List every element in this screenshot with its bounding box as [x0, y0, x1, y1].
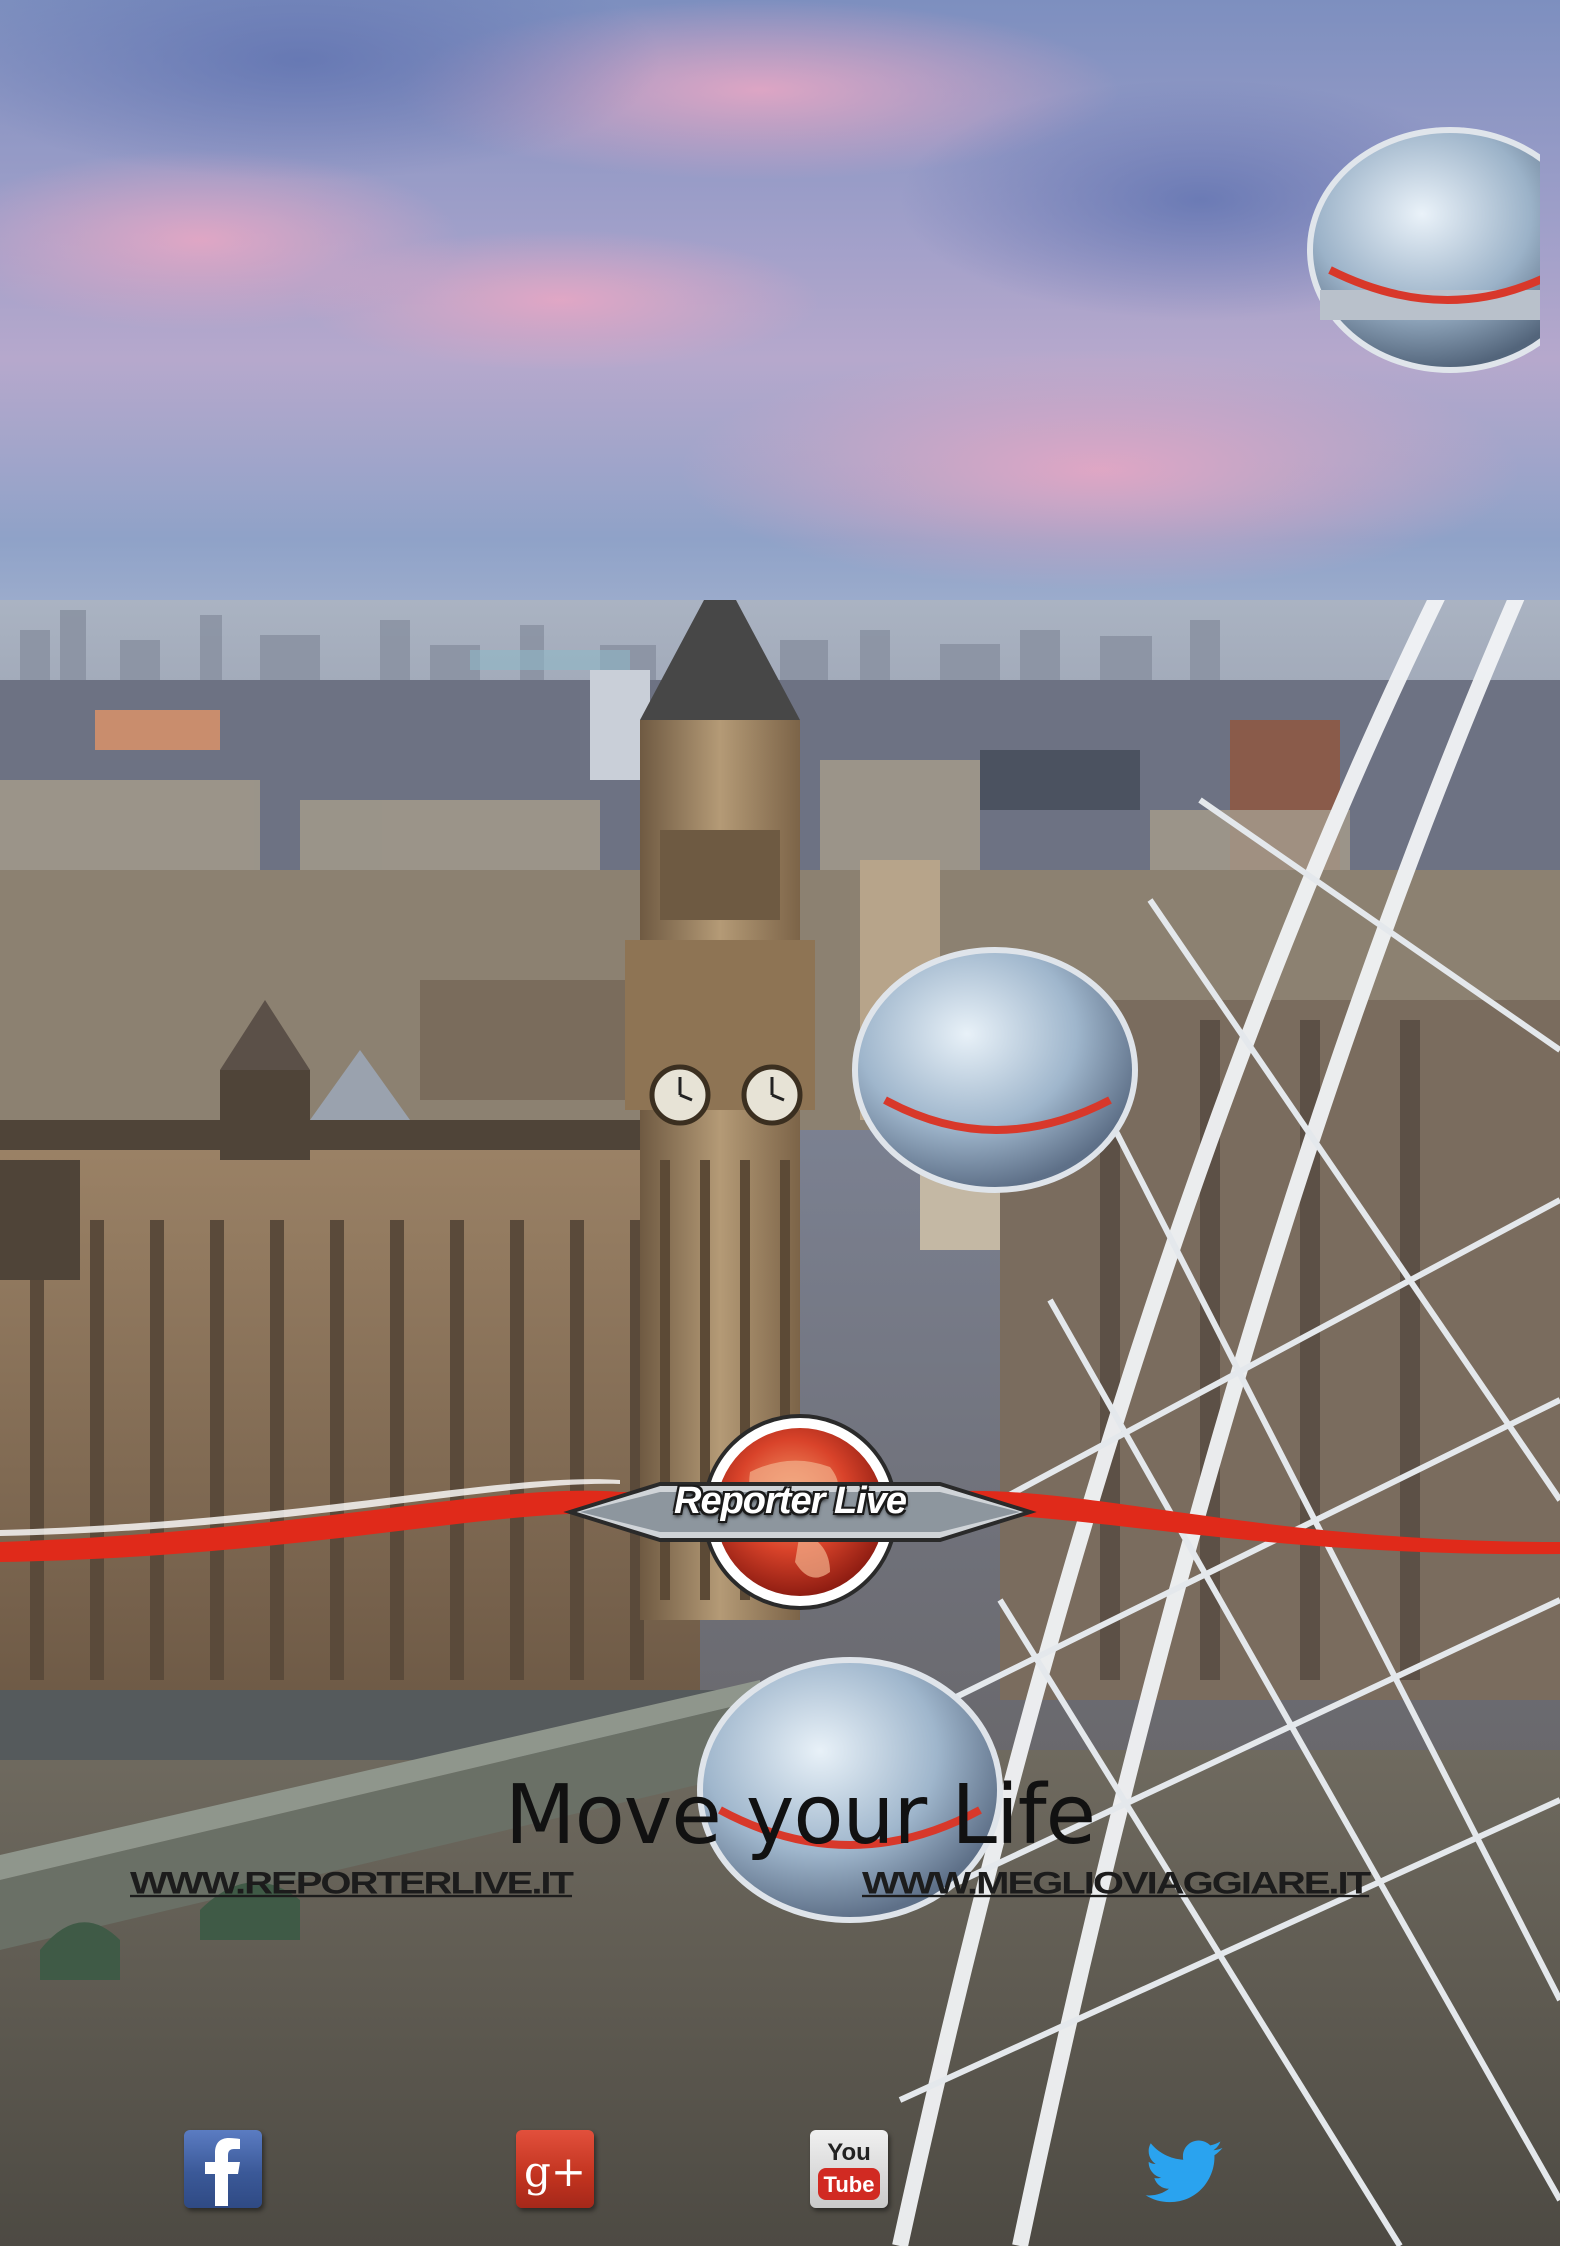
- google-plus-glyph: g+: [524, 2147, 586, 2196]
- page-margin: [1560, 0, 1588, 2246]
- reporterlive-link[interactable]: WWW.REPORTERLIVE.IT: [130, 1866, 574, 1901]
- meglioviaggiare-link[interactable]: WWW.MEGLIOVIAGGIARE.IT: [862, 1866, 1371, 1901]
- youtube-icon[interactable]: You Tube: [810, 2130, 888, 2208]
- youtube-top-text: You: [827, 2139, 871, 2166]
- brand-name: Reporter Live: [674, 1480, 907, 1522]
- facebook-icon[interactable]: [184, 2130, 262, 2208]
- tagline: Move your Life: [504, 1768, 1096, 1863]
- youtube-bottom-text: Tube: [824, 2172, 875, 2197]
- cover-page: Reporter Live Move your Life WWW.REPORTE…: [0, 0, 1560, 2246]
- twitter-icon[interactable]: [1142, 2130, 1223, 2208]
- eye-capsule-top: [1307, 127, 1540, 373]
- google-plus-icon[interactable]: g+: [516, 2130, 594, 2208]
